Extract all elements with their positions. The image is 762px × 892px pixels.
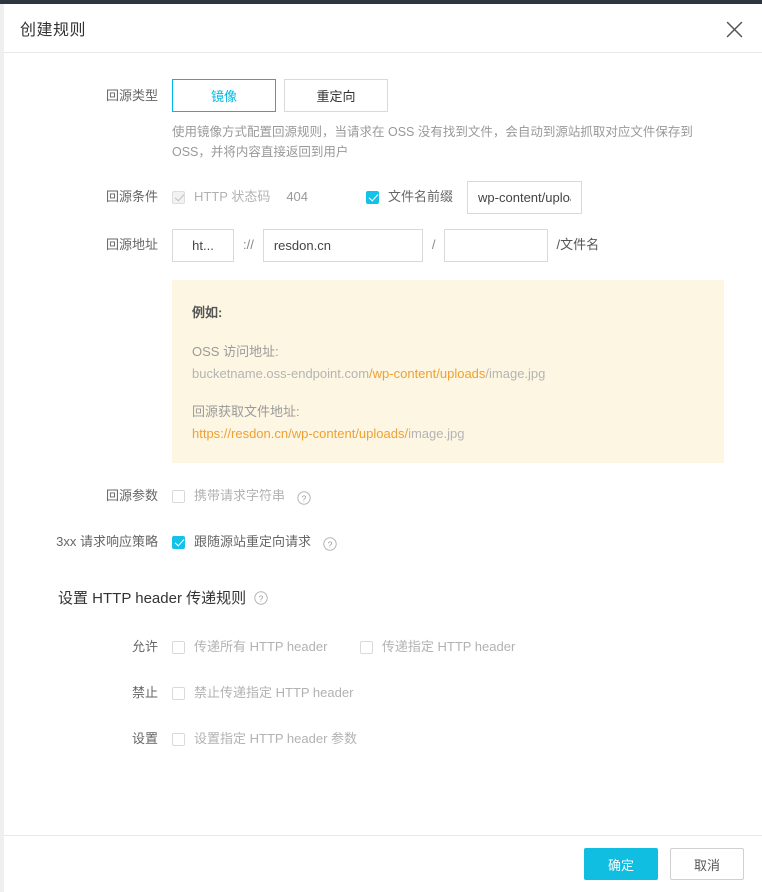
example-oss-url-prefix: bucketname.oss-endpoint.com: [192, 366, 370, 381]
help-circle-icon[interactable]: ?: [297, 491, 312, 505]
allow-specified-headers-label: 传递指定 HTTP header: [381, 639, 516, 654]
file-prefix-checkbox: [366, 190, 380, 204]
allow-specified-headers-checkbox: [359, 640, 373, 654]
header-rules-section-title: 设置 HTTP header 传递规则: [58, 590, 247, 607]
origin-params-label: 回源参数: [105, 488, 158, 503]
carry-query-string-label: 携带请求字符串: [194, 488, 286, 503]
confirm-button[interactable]: 确定: [584, 848, 658, 880]
help-circle-icon[interactable]: ?: [323, 537, 338, 551]
forbid-specified-headers-label: 禁止传递指定 HTTP header: [194, 685, 354, 700]
origin-type-label: 回源类型: [105, 88, 158, 103]
example-title: 例如:: [192, 305, 223, 320]
example-box: 例如: OSS 访问地址: bucketname.oss-endpoint.co…: [172, 280, 724, 463]
follow-redirect-checkbox: [172, 535, 185, 549]
origin-type-option-mirror[interactable]: 镜像: [172, 79, 276, 112]
allow-all-headers-checkbox: [172, 640, 185, 654]
origin-type-option-redirect[interactable]: 重定向: [284, 79, 388, 112]
header-set-control: 设置指定 HTTP header 参数: [172, 722, 762, 756]
dialog-header: 创建规则: [4, 4, 762, 53]
help-circle-icon[interactable]: ?: [254, 590, 268, 605]
header-forbid-control: 禁止传递指定 HTTP header: [172, 676, 762, 710]
origin-params-control: 携带请求字符串 ?: [172, 479, 762, 513]
example-oss-label: OSS 访问地址:: [192, 344, 279, 359]
origin-condition-row: 回源条件 HTTP 状态码 404 文件名前缀: [4, 180, 762, 214]
origin-condition-label: 回源条件: [105, 189, 158, 204]
origin-address-suffix: /文件名: [556, 237, 600, 252]
header-allow-row: 允许 传递所有 HTTP header 传递指定 HTTP header: [4, 630, 762, 664]
allow-all-headers-checkbox-wrap[interactable]: 传递所有 HTTP header: [172, 630, 327, 664]
file-prefix-checkbox-wrap[interactable]: 文件名前缀: [366, 180, 453, 214]
origin-address-fields: :// / /文件名: [172, 228, 762, 262]
svg-text:?: ?: [302, 494, 307, 504]
cancel-button[interactable]: 取消: [670, 848, 744, 880]
redirect-policy-label: 3xx 请求响应策略: [56, 534, 158, 549]
header-rules-section-title-wrap: 设置 HTTP header 传递规则 ?: [4, 587, 762, 608]
header-allow-label: 允许: [131, 639, 158, 654]
protocol-separator: ://: [243, 237, 254, 252]
follow-redirect-label: 跟随源站重定向请求: [194, 534, 312, 549]
redirect-policy-row: 3xx 请求响应策略 跟随源站重定向请求 ?: [4, 525, 762, 559]
example-origin-url-highlight: https://resdon.cn/wp-content/uploads/: [192, 426, 409, 441]
example-oss-url: bucketname.oss-endpoint.com/wp-content/u…: [192, 366, 704, 381]
carry-query-string-checkbox: [172, 489, 185, 503]
example-origin-url: https://resdon.cn/wp-content/uploads/ima…: [192, 426, 704, 441]
dialog-footer: 确定 取消: [4, 835, 762, 892]
origin-params-row: 回源参数 携带请求字符串 ?: [4, 479, 762, 513]
example-origin-label: 回源获取文件地址:: [192, 404, 300, 419]
example-origin-url-suffix: image.jpg: [408, 426, 465, 441]
file-prefix-input[interactable]: [467, 180, 583, 214]
set-specified-header-params-checkbox: [172, 732, 185, 746]
forbid-specified-headers-checkbox: [172, 686, 185, 700]
origin-address-control: :// / /文件名 例如: OSS 访问地址: bucketname.oss-…: [172, 228, 762, 463]
path-separator: /: [431, 237, 436, 252]
page-title: 创建规则: [20, 22, 87, 39]
origin-type-button-group: 镜像 重定向: [172, 79, 762, 112]
protocol-select[interactable]: [172, 228, 234, 262]
follow-redirect-checkbox-wrap[interactable]: 跟随源站重定向请求: [172, 525, 311, 559]
header-forbid-row: 禁止 禁止传递指定 HTTP header: [4, 676, 762, 710]
redirect-policy-control: 跟随源站重定向请求 ?: [172, 525, 762, 559]
http-status-checkbox-wrap[interactable]: HTTP 状态码 404: [172, 180, 308, 214]
origin-type-description: 使用镜像方式配置回源规则，当请求在 OSS 没有找到文件，会自动到源站抓取对应文…: [172, 125, 693, 159]
forbid-specified-headers-checkbox-wrap[interactable]: 禁止传递指定 HTTP header: [172, 676, 353, 710]
origin-type-control: 镜像 重定向 使用镜像方式配置回源规则，当请求在 OSS 没有找到文件，会自动到…: [172, 79, 762, 162]
http-status-label: HTTP 状态码: [194, 189, 271, 204]
set-specified-header-params-checkbox-wrap[interactable]: 设置指定 HTTP header 参数: [172, 722, 357, 756]
origin-host-input[interactable]: [262, 228, 423, 262]
http-status-value: 404: [286, 189, 309, 204]
example-oss-url-highlight: /wp-content/uploads: [369, 366, 486, 381]
origin-type-row: 回源类型 镜像 重定向 使用镜像方式配置回源规则，当请求在 OSS 没有找到文件…: [4, 79, 762, 162]
close-icon[interactable]: [718, 13, 750, 45]
set-specified-header-params-label: 设置指定 HTTP header 参数: [194, 731, 358, 746]
http-status-checkbox: [172, 190, 185, 204]
page-root: 创建规则 回源类型 镜像 重定向 使用镜像方式配置回源规则，当请求在 OSS 没…: [0, 0, 762, 892]
file-prefix-label: 文件名前缀: [388, 189, 454, 204]
carry-query-string-checkbox-wrap[interactable]: 携带请求字符串: [172, 479, 285, 513]
dialog-body: 回源类型 镜像 重定向 使用镜像方式配置回源规则，当请求在 OSS 没有找到文件…: [4, 53, 762, 835]
example-oss-url-suffix: /image.jpg: [485, 366, 546, 381]
origin-path-input[interactable]: [444, 228, 549, 262]
create-rule-dialog: 创建规则 回源类型 镜像 重定向 使用镜像方式配置回源规则，当请求在 OSS 没…: [4, 4, 762, 892]
origin-address-row: 回源地址 :// / /文件名 例如: OSS 访问地址: buck: [4, 228, 762, 463]
origin-address-label: 回源地址: [105, 237, 158, 252]
header-set-label: 设置: [131, 731, 158, 746]
allow-specified-headers-checkbox-wrap[interactable]: 传递指定 HTTP header: [359, 630, 516, 664]
allow-all-headers-label: 传递所有 HTTP header: [194, 639, 328, 654]
header-forbid-label: 禁止: [131, 685, 158, 700]
header-allow-control: 传递所有 HTTP header 传递指定 HTTP header: [172, 630, 762, 664]
svg-text:?: ?: [259, 593, 264, 603]
header-set-row: 设置 设置指定 HTTP header 参数: [4, 722, 762, 756]
origin-condition-control: HTTP 状态码 404 文件名前缀: [172, 180, 762, 214]
svg-text:?: ?: [328, 540, 333, 550]
